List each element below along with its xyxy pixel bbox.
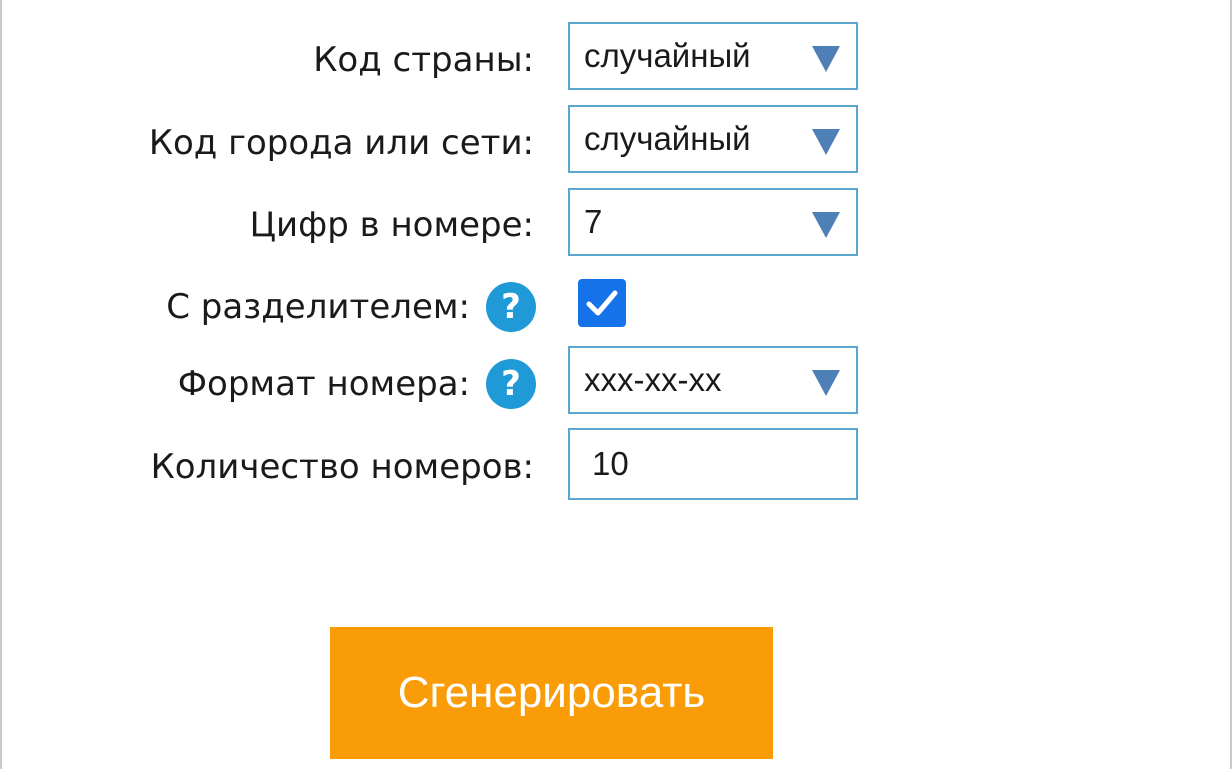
city-code-value: случайный xyxy=(584,120,751,157)
checkmark-icon xyxy=(586,290,618,316)
separator-checkbox[interactable] xyxy=(578,279,626,327)
digits-value: 7 xyxy=(584,203,603,240)
separator-row-label: С разделителем: ? xyxy=(166,282,536,332)
chevron-down-icon xyxy=(812,212,840,238)
chevron-down-icon xyxy=(812,370,840,396)
quantity-input[interactable] xyxy=(568,428,858,500)
format-select[interactable]: xxx-xx-xx xyxy=(568,346,858,414)
country-code-select[interactable]: случайный xyxy=(568,22,858,90)
question-circle-icon[interactable]: ? xyxy=(486,359,536,409)
generate-button[interactable]: Сгенерировать xyxy=(330,627,773,759)
digits-select[interactable]: 7 xyxy=(568,188,858,256)
format-value: xxx-xx-xx xyxy=(584,361,722,398)
city-code-select[interactable]: случайный xyxy=(568,105,858,173)
frame-border-left xyxy=(0,0,2,769)
country-code-value: случайный xyxy=(584,37,751,74)
city-code-label: Код города или сети: xyxy=(148,123,534,163)
separator-label: С разделителем: xyxy=(166,287,470,327)
format-label: Формат номера: xyxy=(177,364,470,404)
format-row-label: Формат номера: ? xyxy=(178,359,536,409)
chevron-down-icon xyxy=(812,129,840,155)
question-circle-icon[interactable]: ? xyxy=(486,282,536,332)
quantity-label: Количество номеров: xyxy=(150,447,534,487)
country-code-label: Код страны: xyxy=(313,40,534,80)
digits-label: Цифр в номере: xyxy=(249,205,534,245)
chevron-down-icon xyxy=(812,46,840,72)
